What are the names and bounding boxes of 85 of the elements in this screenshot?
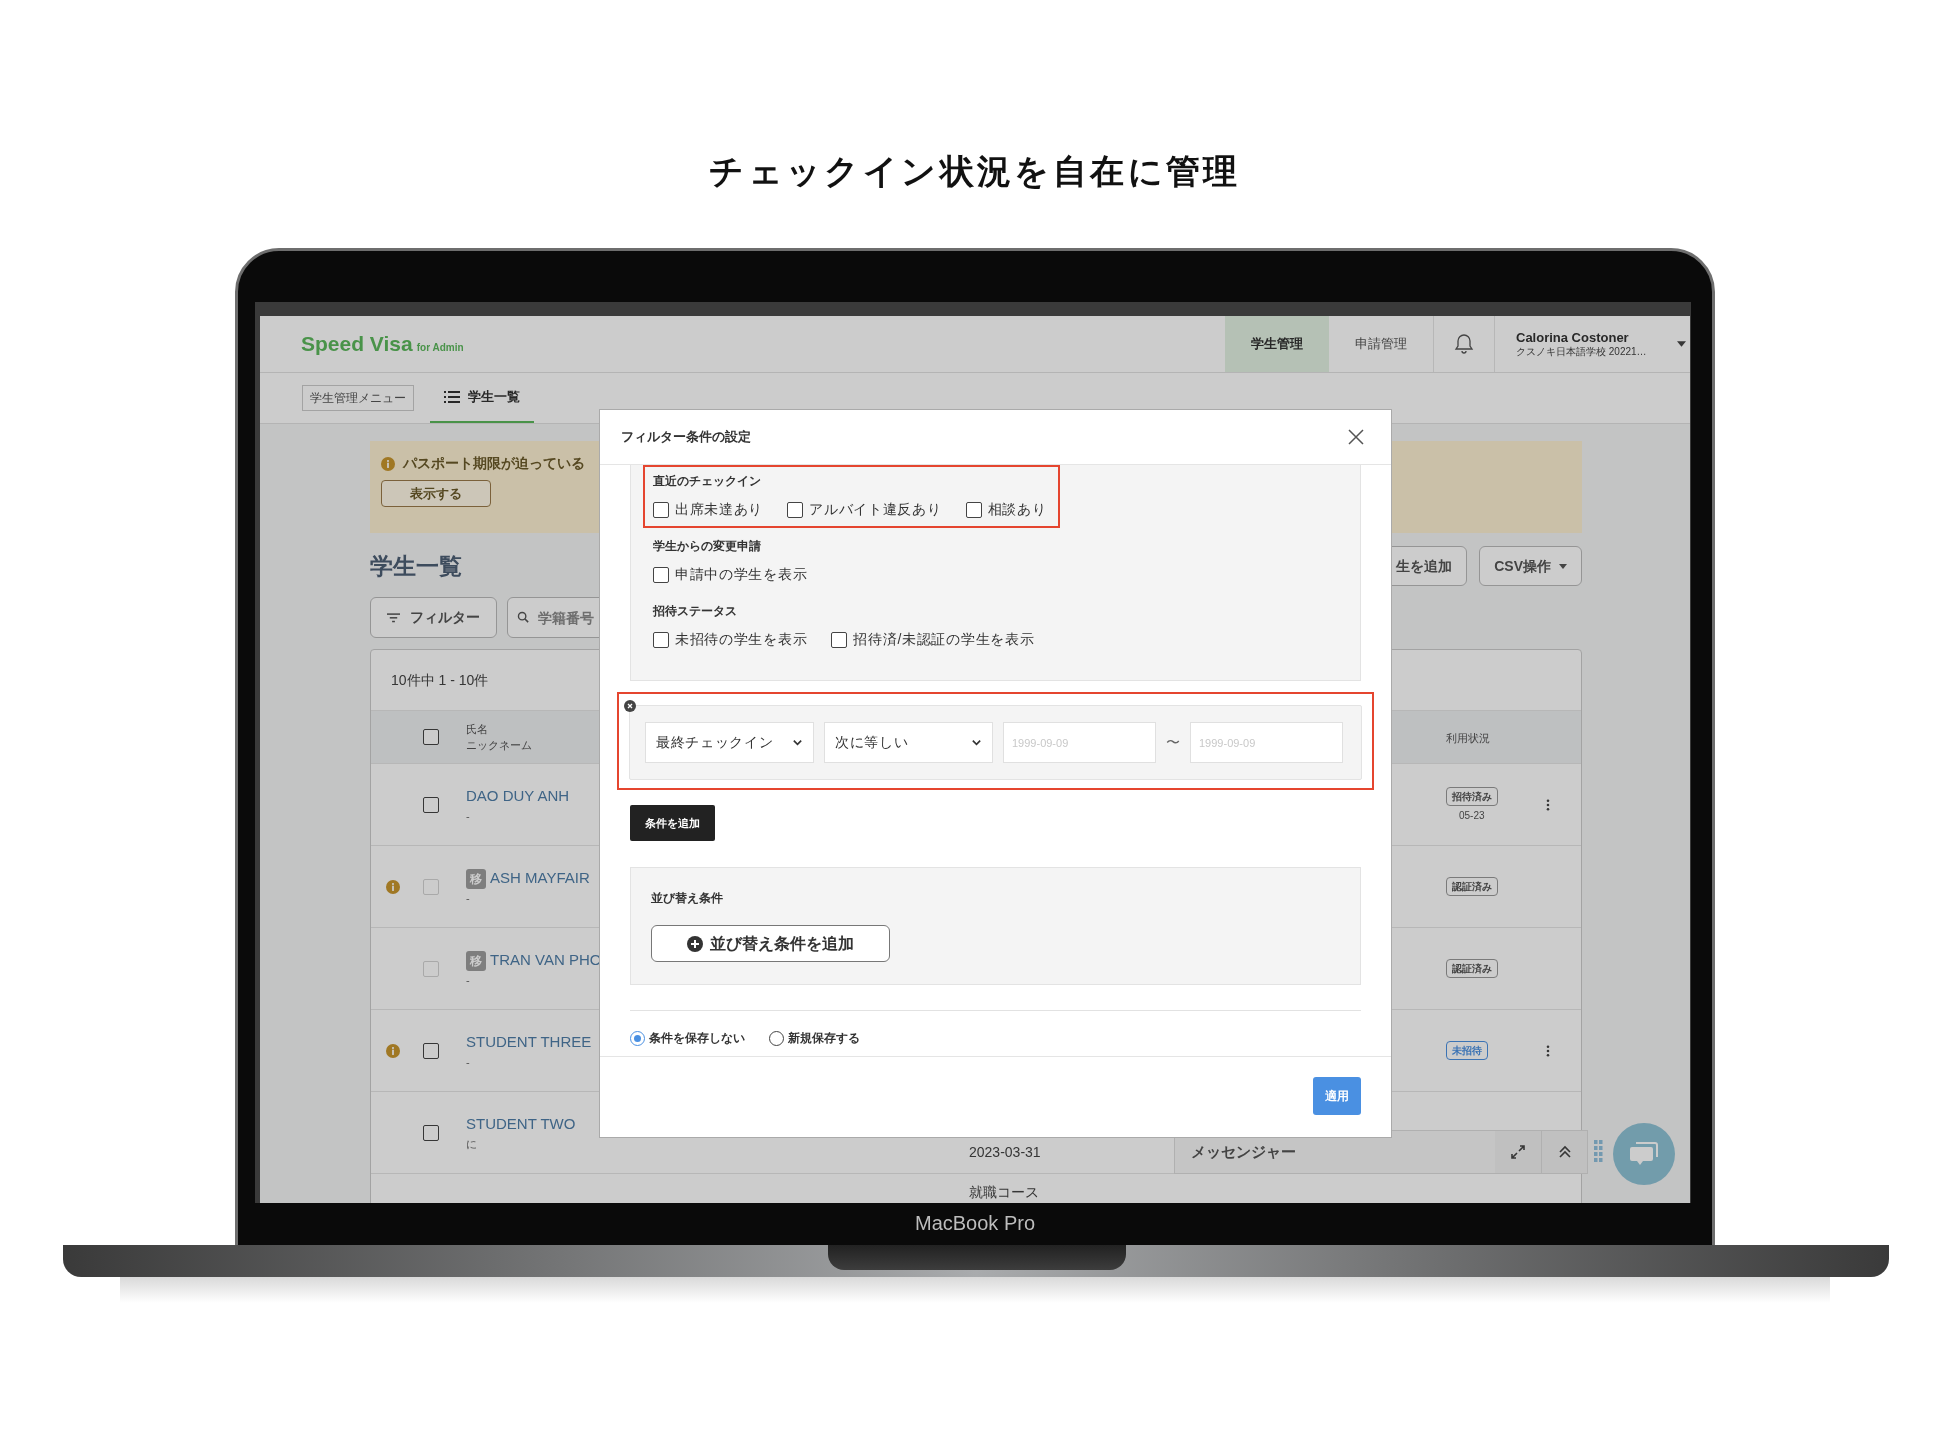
student-name-link[interactable]: ASH MAYFAIR	[490, 867, 590, 890]
show-button[interactable]: 表示する	[381, 480, 491, 507]
bell-icon[interactable]	[1452, 332, 1476, 356]
radio-button[interactable]	[630, 1030, 645, 1046]
nickname: -	[466, 1055, 470, 1070]
user-organization: クスノキ日本語学校 20221…	[1516, 345, 1648, 359]
checkbox[interactable]	[653, 631, 669, 648]
page-title: 学生一覧	[370, 551, 462, 581]
field-select[interactable]: 最終チェックイン	[645, 722, 814, 763]
checkbox[interactable]	[423, 729, 439, 745]
sort-label: 並び替え条件	[651, 890, 723, 907]
nickname: に	[466, 1137, 477, 1152]
caret-icon[interactable]	[1677, 341, 1686, 347]
list-tab[interactable]: 学生一覧	[430, 373, 534, 423]
status-badge: 認証済み	[1446, 877, 1498, 896]
user-name: Calorina Costoner	[1516, 329, 1630, 346]
search-icon	[517, 611, 529, 623]
radio-button[interactable]	[769, 1030, 784, 1046]
checkbox[interactable]	[787, 501, 804, 518]
status-date: 05-23	[1458, 808, 1485, 823]
column-header: 氏名	[466, 721, 488, 737]
remove-icon[interactable]	[624, 700, 636, 712]
range-separator: 〜	[1166, 733, 1180, 752]
checkbox-label: 出席未達あり	[675, 500, 764, 519]
transfer-tag: 移	[466, 950, 486, 971]
group-label: 招待ステータス	[653, 603, 738, 620]
checkbox[interactable]	[653, 566, 669, 583]
logo-text: Speed Visa	[301, 331, 413, 358]
checkbox[interactable]	[423, 796, 439, 813]
table-cell-text: 2023-03-31	[969, 1143, 1041, 1162]
close-icon[interactable]	[1348, 429, 1364, 445]
checkbox[interactable]	[831, 631, 848, 648]
radio-label: 条件を保存しない	[649, 1030, 745, 1047]
column-header: ニックネーム	[466, 738, 532, 753]
student-name-link[interactable]: STUDENT TWO	[466, 1113, 576, 1136]
checkbox-label: 申請中の学生を表示	[675, 565, 808, 584]
action-button[interactable]: CSV操作	[1479, 546, 1582, 586]
result-count: 10件中 1 - 10件	[391, 670, 489, 690]
student-name-link[interactable]: DAO DUY ANH	[466, 785, 570, 808]
checkbox-label: 招待済/未認証の学生を表示	[853, 630, 1035, 649]
checkbox[interactable]	[423, 1124, 439, 1141]
add-sort-button[interactable]: 並び替え条件を追加	[651, 925, 890, 962]
checkbox[interactable]	[423, 1042, 439, 1059]
transfer-tag: 移	[466, 868, 486, 889]
filter-button[interactable]: フィルター	[370, 597, 497, 638]
student-name-link[interactable]: STUDENT THREE	[466, 1031, 592, 1054]
apply-button[interactable]: 適用	[1313, 1077, 1361, 1115]
chat-icon	[1629, 1141, 1659, 1167]
status-badge: 認証済み	[1446, 959, 1498, 978]
collapse-icon[interactable]	[1557, 1145, 1572, 1159]
chevron-down-icon	[971, 737, 982, 748]
add-condition-button[interactable]: 条件を追加	[630, 805, 715, 841]
nickname: -	[466, 973, 470, 988]
device-label: MacBook Pro	[914, 1212, 1036, 1234]
checkbox[interactable]	[653, 501, 669, 518]
nav-tab[interactable]: 学生管理	[1225, 316, 1329, 372]
info-icon	[381, 456, 395, 471]
group-label: 直近のチェックイン	[653, 473, 762, 490]
alert-text: パスポート期限が迫っている	[403, 454, 585, 473]
menu-button[interactable]: 学生管理メニュー	[302, 385, 414, 411]
checkbox[interactable]	[965, 501, 982, 518]
more-icon[interactable]	[1546, 1044, 1550, 1057]
expand-icon[interactable]	[1510, 1144, 1526, 1160]
table-cell-text: 就職コース	[969, 1183, 1039, 1202]
status-badge: 招待済み	[1446, 786, 1498, 806]
nickname: -	[466, 891, 470, 906]
plus-icon	[687, 935, 703, 952]
column-header: 利用状況	[1446, 732, 1490, 744]
messenger-title: メッセンジャー	[1191, 1141, 1297, 1162]
headline: チェックイン状況を自在に管理	[708, 151, 1242, 192]
filter-icon	[387, 612, 400, 623]
dialog-title: フィルター条件の設定	[621, 428, 751, 447]
checkbox-label: 相談あり	[987, 500, 1047, 519]
checkbox-label: アルバイト違反あり	[809, 500, 942, 519]
nickname: -	[466, 809, 470, 824]
more-icon[interactable]	[1546, 798, 1550, 811]
operator-select[interactable]: 次に等しい	[824, 722, 993, 763]
group-label: 学生からの変更申請	[653, 538, 762, 555]
checkbox-label: 未招待の学生を表示	[675, 630, 808, 649]
radio-label: 新規保存する	[788, 1030, 860, 1047]
chevron-down-icon	[792, 737, 803, 748]
grip-icon[interactable]	[1594, 1138, 1603, 1164]
logo-subtitle: for Admin	[416, 341, 464, 356]
status-badge: 未招待	[1446, 1041, 1488, 1060]
list-icon	[444, 391, 460, 403]
